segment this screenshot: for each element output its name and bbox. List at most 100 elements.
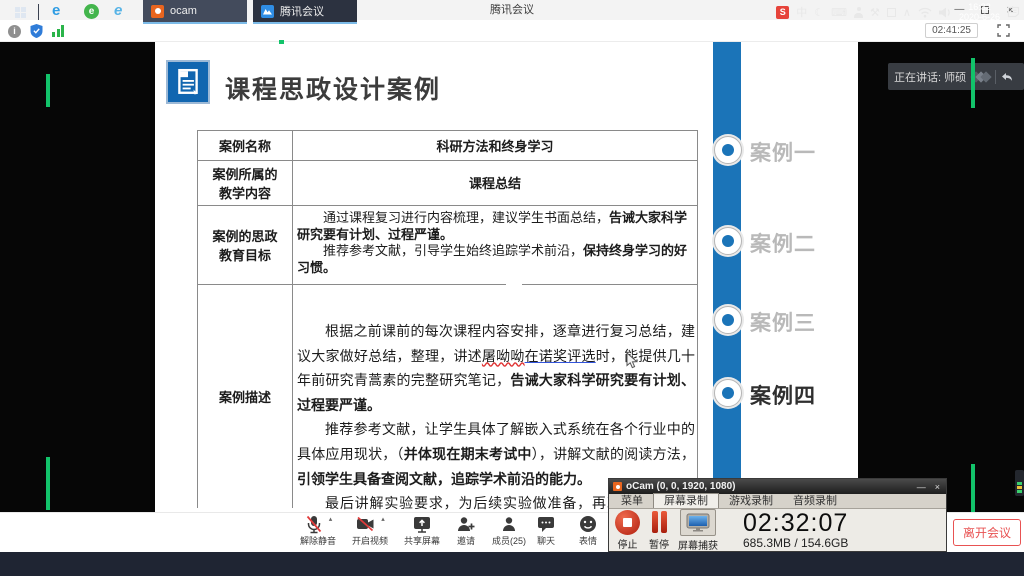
user-tray-icon[interactable] <box>854 7 863 18</box>
snip-icon[interactable] <box>887 8 896 17</box>
ocam-status: 02:32:07 685.3MB / 154.6GB <box>743 511 848 550</box>
share-screen-button[interactable]: 共享屏幕 <box>398 513 446 551</box>
video-options-caret[interactable]: ▴ <box>381 515 385 523</box>
ocam-body: 停止 暂停 屏幕捕获 <box>609 509 946 551</box>
pause-icon <box>652 510 667 535</box>
start-button[interactable] <box>6 0 34 24</box>
tencent-meeting-task-icon <box>261 5 274 18</box>
speaking-toast: 正在讲话: 师硕 <box>888 63 1024 90</box>
table-border <box>697 130 698 508</box>
ocam-minimize-icon[interactable]: — <box>917 482 926 492</box>
network-signal-icon[interactable] <box>52 25 64 37</box>
moon-icon[interactable]: ☾ <box>814 6 824 19</box>
ocam-tab-menu[interactable]: 菜单 <box>611 494 653 508</box>
security-shield-icon[interactable] <box>30 24 43 38</box>
emoji-button[interactable]: 表情 <box>568 513 608 551</box>
share-border-indicator <box>279 40 284 44</box>
timeline-item-case2: 案例二 <box>750 228 816 258</box>
ocam-close-icon[interactable]: × <box>935 482 940 492</box>
stop-icon <box>615 510 640 535</box>
tools-icon[interactable]: ⚒ <box>870 6 880 19</box>
keyboard-icon[interactable]: ⌨ <box>831 6 847 19</box>
clock-date: 2020-6-26 <box>959 12 1000 22</box>
timeline-marker <box>714 379 742 407</box>
ocam-stop-button[interactable]: 停止 <box>615 510 640 551</box>
green-browser-icon[interactable]: e <box>84 4 99 19</box>
ocam-tabbar: 菜单 屏幕录制 游戏录制 音频录制 <box>609 494 946 509</box>
sogou-input-icon[interactable]: S <box>776 6 789 19</box>
mini-level-meter <box>1015 470 1024 496</box>
recording-storage: 685.3MB / 154.6GB <box>743 536 848 550</box>
timeline-marker <box>714 306 742 334</box>
share-border-indicator <box>46 74 50 107</box>
timeline-bar <box>713 42 741 512</box>
ocam-window-title: oCam (0, 0, 1920, 1080) <box>626 481 913 492</box>
windows-logo-icon <box>15 7 26 18</box>
timeline-marker <box>714 227 742 255</box>
ocam-tab-audio-record[interactable]: 音频录制 <box>783 494 847 508</box>
tray-expand-chevron-icon[interactable]: ∧ <box>903 6 911 19</box>
timeline-marker <box>714 136 742 164</box>
table-row-label: 案例名称 <box>198 130 292 160</box>
paragraph: 通过课程复习进行内容梳理，建议学生书面总结，告诫大家科学研究要有计划、过程严谨。 <box>297 210 693 243</box>
recording-timer: 02:32:07 <box>743 511 848 536</box>
invite-button[interactable]: 邀请 <box>444 513 488 551</box>
screen: 腾讯会议 — × i 02:41:25 <box>0 0 1024 576</box>
action-center-icon[interactable] <box>1007 6 1020 18</box>
volume-icon[interactable] <box>939 7 952 18</box>
mic-options-caret[interactable]: ▴ <box>329 515 333 523</box>
members-icon <box>499 514 519 534</box>
ie-browser-icon[interactable]: e <box>114 2 122 19</box>
share-screen-icon <box>412 514 432 534</box>
microphone-muted-icon <box>304 514 324 534</box>
fullscreen-icon[interactable] <box>997 24 1010 37</box>
clock-time: 16:32 <box>959 2 1000 12</box>
share-border-indicator <box>971 58 975 108</box>
edge-browser-icon[interactable]: e <box>52 2 60 19</box>
table-row-label: 案例描述 <box>198 284 292 508</box>
taskbar-task-ocam[interactable]: ocam <box>143 0 247 24</box>
slide-logo <box>166 60 210 104</box>
paragraph: 根据之前课前的每次课程内容安排，逐章进行复习总结，建议大家做好总结，整理，讲述屠… <box>297 321 695 419</box>
table-row-label: 案例所属的教学内容 <box>198 160 292 205</box>
meeting-info-icon[interactable]: i <box>8 25 21 38</box>
paragraph: 推荐参考文献，引导学生始终追踪学术前沿，保持终身学习的好习惯。 <box>297 243 693 276</box>
ocam-titlebar: oCam (0, 0, 1920, 1080) — × <box>609 479 946 494</box>
ocam-app-icon <box>613 482 622 491</box>
taskbar <box>0 552 1024 576</box>
divider <box>38 4 39 20</box>
chat-button[interactable]: 聊天 <box>526 513 566 551</box>
timeline-item-case3: 案例三 <box>750 307 816 337</box>
ocam-tab-game-record[interactable]: 游戏录制 <box>719 494 783 508</box>
system-tray: S 中 ☾ ⌨ ⚒ ∧ 16:32 2020-6-26 <box>776 0 1020 24</box>
reply-arrow-icon[interactable] <box>1001 72 1013 82</box>
table-cell-teaching-content: 课程总结 <box>293 160 697 205</box>
leave-meeting-button[interactable]: 离开会议 <box>953 519 1021 546</box>
table-row-label: 案例的思政教育目标 <box>198 205 292 284</box>
ocam-window: oCam (0, 0, 1920, 1080) — × 菜单 屏幕录制 游戏录制… <box>608 478 947 552</box>
camera-off-icon <box>355 514 376 534</box>
divider <box>995 70 996 84</box>
ime-chinese-icon[interactable]: 中 <box>796 4 807 20</box>
taskbar-clock[interactable]: 16:32 2020-6-26 <box>959 2 1000 22</box>
start-video-button[interactable]: ▴ 开启视频 <box>346 513 394 551</box>
chat-bubble-icon <box>536 514 556 534</box>
emoji-smiley-icon <box>578 514 598 534</box>
meeting-duration: 02:41:25 <box>925 23 978 38</box>
table-border <box>522 284 698 285</box>
ocam-capture-button[interactable]: 屏幕捕获 <box>678 509 718 552</box>
ocam-pause-button[interactable]: 暂停 <box>649 510 669 551</box>
taskbar-task-tencent-meeting[interactable]: 腾讯会议 <box>253 0 357 24</box>
table-cell-education-goals: 通过课程复习进行内容梳理，建议学生书面总结，告诫大家科学研究要有计划、过程严谨。… <box>297 210 693 276</box>
timeline-item-case1: 案例一 <box>750 137 816 167</box>
share-border-indicator <box>971 464 975 515</box>
invite-person-icon <box>456 514 476 534</box>
monitor-icon <box>686 513 710 532</box>
unmute-button[interactable]: ▴ 解除静音 <box>294 513 342 551</box>
wifi-icon[interactable] <box>918 7 932 18</box>
share-border-indicator <box>46 457 50 510</box>
timeline-item-case4: 案例四 <box>750 380 816 410</box>
ocam-tab-screen-record[interactable]: 屏幕录制 <box>653 493 719 508</box>
document-icon <box>176 68 200 96</box>
table-cell-case-name: 科研方法和终身学习 <box>293 130 697 160</box>
